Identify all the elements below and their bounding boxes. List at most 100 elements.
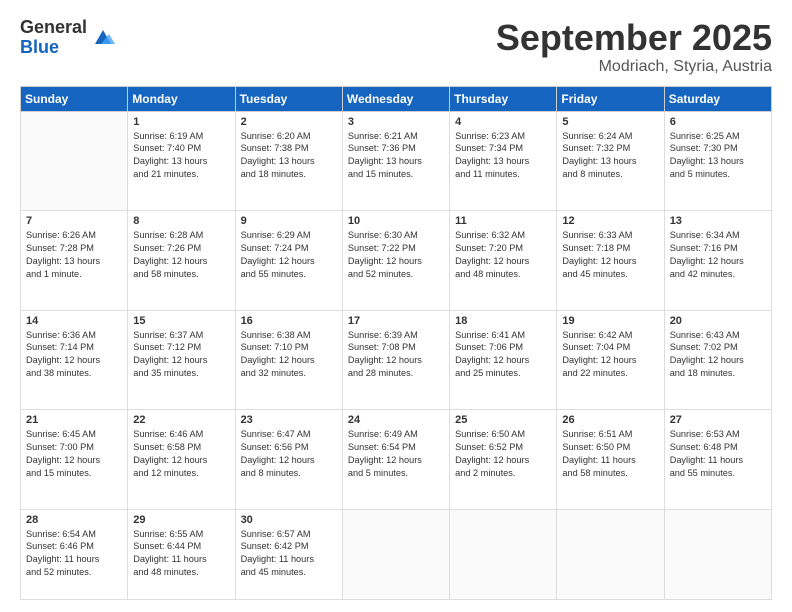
day-number: 28 [26, 514, 122, 526]
month-title: September 2025 [496, 18, 772, 58]
day-info: Sunrise: 6:38 AM Sunset: 7:10 PM Dayligh… [241, 329, 337, 381]
calendar-cell: 24 Sunrise: 6:49 AM Sunset: 6:54 PM Dayli… [342, 410, 449, 510]
day-number: 27 [670, 414, 766, 426]
day-info: Sunrise: 6:41 AM Sunset: 7:06 PM Dayligh… [455, 329, 551, 381]
calendar-week-row: 21Sunrise: 6:45 AM Sunset: 7:00 PM Dayli… [21, 410, 772, 510]
calendar-cell: 29Sunrise: 6:55 AM Sunset: 6:44 PM Dayli… [128, 509, 235, 599]
calendar-cell: 23 Sunrise: 6:47 AM Sunset: 6:56 PM Dayli… [235, 410, 342, 510]
calendar-cell: 9Sunrise: 6:29 AM Sunset: 7:24 PM Daylig… [235, 211, 342, 311]
day-number: 10 [348, 215, 444, 227]
day-number: 20 [670, 315, 766, 327]
day-number: 19 [562, 315, 658, 327]
header: General Blue September 2025 Modriach, St… [20, 18, 772, 76]
calendar-cell: 28 Sunrise: 6:54 AM Sunset: 6:46 PM Dayli… [21, 509, 128, 599]
day-info: Sunrise: 6:30 AM Sunset: 7:22 PM Dayligh… [348, 229, 444, 281]
calendar-cell [21, 111, 128, 211]
day-number: 12 [562, 215, 658, 227]
calendar-cell: 16 Sunrise: 6:38 AM Sunset: 7:10 PM Dayli… [235, 310, 342, 410]
calendar-page: General Blue September 2025 Modriach, St… [0, 0, 792, 612]
calendar-cell: 25 Sunrise: 6:50 AM Sunset: 6:52 PM Dayli… [450, 410, 557, 510]
location: Modriach, Styria, Austria [496, 58, 772, 76]
weekday-header-row: SundayMondayTuesdayWednesdayThursdayFrid… [21, 86, 772, 111]
day-number: 23 [241, 414, 337, 426]
day-number: 3 [348, 116, 444, 128]
day-info: Sunrise: 6:46 AM Sunset: 6:58 PM Dayligh… [133, 428, 229, 480]
day-number: 14 [26, 315, 122, 327]
day-info: Sunrise: 6:53 AM Sunset: 6:48 PM Dayligh… [670, 428, 766, 480]
title-block: September 2025 Modriach, Styria, Austria [496, 18, 772, 76]
calendar-cell: 13 Sunrise: 6:34 AM Sunset: 7:16 PM Dayli… [664, 211, 771, 311]
day-info: Sunrise: 6:43 AM Sunset: 7:02 PM Dayligh… [670, 329, 766, 381]
day-info: Sunrise: 6:39 AM Sunset: 7:08 PM Dayligh… [348, 329, 444, 381]
day-info: Sunrise: 6:19 AM Sunset: 7:40 PM Dayligh… [133, 130, 229, 182]
calendar-cell: 5 Sunrise: 6:24 AM Sunset: 7:32 PM Daylig… [557, 111, 664, 211]
calendar-cell: 30 Sunrise: 6:57 AM Sunset: 6:42 PM Dayli… [235, 509, 342, 599]
calendar-cell: 4 Sunrise: 6:23 AM Sunset: 7:34 PM Daylig… [450, 111, 557, 211]
calendar-cell: 3 Sunrise: 6:21 AM Sunset: 7:36 PM Daylig… [342, 111, 449, 211]
day-info: Sunrise: 6:45 AM Sunset: 7:00 PM Dayligh… [26, 428, 122, 480]
calendar-cell: 26Sunrise: 6:51 AM Sunset: 6:50 PM Dayli… [557, 410, 664, 510]
calendar-cell: 19 Sunrise: 6:42 AM Sunset: 7:04 PM Dayli… [557, 310, 664, 410]
day-number: 8 [133, 215, 229, 227]
day-number: 24 [348, 414, 444, 426]
weekday-header: Thursday [450, 86, 557, 111]
day-number: 25 [455, 414, 551, 426]
day-info: Sunrise: 6:36 AM Sunset: 7:14 PM Dayligh… [26, 329, 122, 381]
day-info: Sunrise: 6:37 AM Sunset: 7:12 PM Dayligh… [133, 329, 229, 381]
day-info: Sunrise: 6:20 AM Sunset: 7:38 PM Dayligh… [241, 130, 337, 182]
day-info: Sunrise: 6:26 AM Sunset: 7:28 PM Dayligh… [26, 229, 122, 281]
day-info: Sunrise: 6:49 AM Sunset: 6:54 PM Dayligh… [348, 428, 444, 480]
calendar-cell: 21Sunrise: 6:45 AM Sunset: 7:00 PM Dayli… [21, 410, 128, 510]
calendar-cell: 20 Sunrise: 6:43 AM Sunset: 7:02 PM Dayli… [664, 310, 771, 410]
day-number: 29 [133, 514, 229, 526]
calendar-week-row: 28 Sunrise: 6:54 AM Sunset: 6:46 PM Dayli… [21, 509, 772, 599]
day-number: 4 [455, 116, 551, 128]
calendar-cell: 22 Sunrise: 6:46 AM Sunset: 6:58 PM Dayli… [128, 410, 235, 510]
day-number: 7 [26, 215, 122, 227]
day-number: 5 [562, 116, 658, 128]
calendar-cell: 11 Sunrise: 6:32 AM Sunset: 7:20 PM Dayli… [450, 211, 557, 311]
day-number: 16 [241, 315, 337, 327]
day-info: Sunrise: 6:28 AM Sunset: 7:26 PM Dayligh… [133, 229, 229, 281]
calendar-cell: 10 Sunrise: 6:30 AM Sunset: 7:22 PM Dayli… [342, 211, 449, 311]
day-number: 9 [241, 215, 337, 227]
day-info: Sunrise: 6:34 AM Sunset: 7:16 PM Dayligh… [670, 229, 766, 281]
day-info: Sunrise: 6:42 AM Sunset: 7:04 PM Dayligh… [562, 329, 658, 381]
day-number: 30 [241, 514, 337, 526]
calendar-cell: 17Sunrise: 6:39 AM Sunset: 7:08 PM Dayli… [342, 310, 449, 410]
calendar-cell [450, 509, 557, 599]
logo-general: General [20, 18, 87, 38]
day-number: 2 [241, 116, 337, 128]
weekday-header: Friday [557, 86, 664, 111]
calendar-cell: 1 Sunrise: 6:19 AM Sunset: 7:40 PM Daylig… [128, 111, 235, 211]
day-number: 18 [455, 315, 551, 327]
weekday-header: Saturday [664, 86, 771, 111]
calendar-cell: 2 Sunrise: 6:20 AM Sunset: 7:38 PM Daylig… [235, 111, 342, 211]
day-number: 11 [455, 215, 551, 227]
day-info: Sunrise: 6:32 AM Sunset: 7:20 PM Dayligh… [455, 229, 551, 281]
day-info: Sunrise: 6:24 AM Sunset: 7:32 PM Dayligh… [562, 130, 658, 182]
day-info: Sunrise: 6:23 AM Sunset: 7:34 PM Dayligh… [455, 130, 551, 182]
day-number: 13 [670, 215, 766, 227]
weekday-header: Sunday [21, 86, 128, 111]
calendar-cell: 8 Sunrise: 6:28 AM Sunset: 7:26 PM Daylig… [128, 211, 235, 311]
day-number: 1 [133, 116, 229, 128]
calendar-cell: 18 Sunrise: 6:41 AM Sunset: 7:06 PM Dayli… [450, 310, 557, 410]
day-info: Sunrise: 6:50 AM Sunset: 6:52 PM Dayligh… [455, 428, 551, 480]
calendar-cell: 27 Sunrise: 6:53 AM Sunset: 6:48 PM Dayli… [664, 410, 771, 510]
calendar-cell: 12 Sunrise: 6:33 AM Sunset: 7:18 PM Dayli… [557, 211, 664, 311]
day-number: 22 [133, 414, 229, 426]
calendar-table: SundayMondayTuesdayWednesdayThursdayFrid… [20, 86, 772, 600]
calendar-cell: 15Sunrise: 6:37 AM Sunset: 7:12 PM Dayli… [128, 310, 235, 410]
day-info: Sunrise: 6:47 AM Sunset: 6:56 PM Dayligh… [241, 428, 337, 480]
calendar-cell: 7 Sunrise: 6:26 AM Sunset: 7:28 PM Daylig… [21, 211, 128, 311]
day-info: Sunrise: 6:33 AM Sunset: 7:18 PM Dayligh… [562, 229, 658, 281]
day-info: Sunrise: 6:57 AM Sunset: 6:42 PM Dayligh… [241, 528, 337, 580]
weekday-header: Monday [128, 86, 235, 111]
day-info: Sunrise: 6:54 AM Sunset: 6:46 PM Dayligh… [26, 528, 122, 580]
calendar-cell [664, 509, 771, 599]
day-number: 6 [670, 116, 766, 128]
calendar-cell [342, 509, 449, 599]
logo-icon [91, 26, 115, 50]
day-info: Sunrise: 6:21 AM Sunset: 7:36 PM Dayligh… [348, 130, 444, 182]
